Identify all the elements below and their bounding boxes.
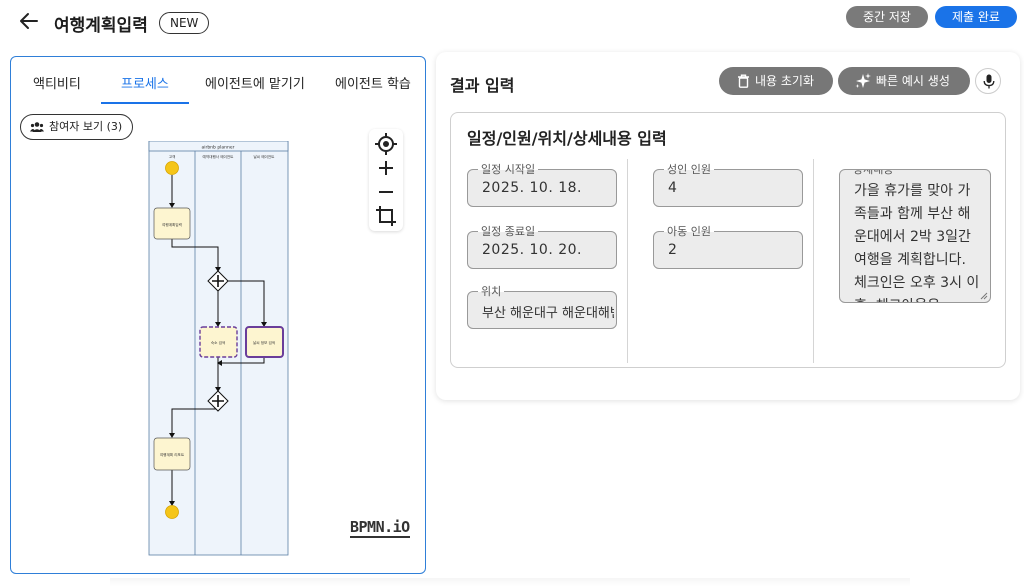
details-label: 상세내용: [850, 170, 897, 177]
minus-icon[interactable]: [374, 180, 398, 204]
participants-label: 참여자 보기 (3): [49, 120, 123, 133]
quick-example-label: 빠른 예시 생성: [876, 74, 950, 88]
form-title: 일정/인원/위치/상세내용 입력: [467, 129, 667, 148]
start-event[interactable]: [165, 161, 179, 175]
resize-handle-icon[interactable]: [980, 292, 988, 300]
crop-icon[interactable]: [374, 204, 398, 228]
quick-example-button[interactable]: 빠른 예시 생성: [838, 67, 970, 95]
end-date-field[interactable]: 일정 종료일 2025. 10. 20.: [467, 223, 617, 269]
children-value: 2: [668, 242, 678, 258]
task-report-label: 여행계획 리포트: [160, 452, 185, 457]
lane-weather-agent-label: 날씨 에이전트: [254, 154, 276, 159]
save-draft-button[interactable]: 중간 저장: [846, 6, 928, 28]
tab-bar: 액티비티 프로세스 에이전트에 맡기기 에이전트 학습: [11, 57, 425, 105]
task-travel-input[interactable]: 여행계획입력: [153, 207, 191, 240]
submit-button[interactable]: 제출 완료: [935, 6, 1017, 28]
lane-customer-label: 고객: [169, 154, 176, 159]
reset-content-button[interactable]: 내용 초기화: [719, 67, 833, 95]
adults-value: 4: [668, 180, 678, 196]
microphone-icon: [983, 74, 995, 89]
task-accommodation-label: 숙소 검색: [211, 340, 225, 345]
sparkle-icon: [855, 73, 871, 88]
result-panel: 결과 입력 내용 초기화 빠른 예시 생성 일정/인원/위치/상세내용 입력 일…: [436, 52, 1020, 400]
lane-booking-agent-label: 예약대행사 에이전트: [203, 154, 235, 159]
schedule-form-card: 일정/인원/위치/상세내용 입력 일정 시작일 2025. 10. 18. 일정…: [450, 112, 1006, 368]
location-label: 위치: [478, 283, 505, 299]
back-arrow-icon[interactable]: [18, 10, 40, 32]
start-date-field[interactable]: 일정 시작일 2025. 10. 18.: [467, 161, 617, 207]
end-date-value: 2025. 10. 20.: [482, 242, 583, 258]
view-participants-button[interactable]: 참여자 보기 (3): [20, 114, 134, 140]
task-weather-label: 날씨 정보 검색: [253, 340, 275, 345]
process-panel: 액티비티 프로세스 에이전트에 맡기기 에이전트 학습 참여자 보기 (3) a…: [10, 56, 426, 574]
bpmn-io-logo[interactable]: BPMN.iO: [350, 519, 410, 538]
end-date-label: 일정 종료일: [478, 223, 539, 239]
bpmn-diagram[interactable]: airbnb planner 고객 예약대행사 에이전트 날씨 에이전트 여행계…: [11, 141, 426, 573]
trash-icon: [738, 74, 749, 88]
adults-field[interactable]: 성인 인원 4: [653, 161, 803, 207]
location-field[interactable]: 위치 부산 해운대구 해운대해변로: [467, 283, 617, 329]
people-icon: [30, 122, 44, 132]
task-weather-search[interactable]: 날씨 정보 검색: [245, 326, 284, 358]
task-accommodation-search[interactable]: 숙소 검색: [199, 326, 238, 358]
tab-agent-learning[interactable]: 에이전트 학습: [335, 73, 411, 92]
end-event[interactable]: [165, 505, 179, 519]
page-title: 여행계획입력: [54, 16, 148, 36]
children-field[interactable]: 아동 인원 2: [653, 223, 803, 269]
task-travel-input-label: 여행계획입력: [162, 222, 182, 227]
pool-title: airbnb planner: [201, 145, 234, 151]
header: 여행계획입력 NEW 중간 저장 제출 완료: [0, 0, 1024, 44]
active-tab-indicator: [101, 102, 189, 104]
tab-process[interactable]: 프로세스: [121, 73, 169, 92]
tab-activity[interactable]: 액티비티: [33, 73, 81, 92]
start-date-label: 일정 시작일: [478, 161, 539, 177]
start-date-value: 2025. 10. 18.: [482, 180, 583, 196]
column-divider: [813, 159, 814, 363]
location-value: 부산 해운대구 해운대해변로: [482, 306, 614, 321]
plus-icon[interactable]: [374, 156, 398, 180]
adults-label: 성인 인원: [664, 161, 714, 177]
reset-label: 내용 초기화: [755, 74, 815, 88]
details-value: 가을 휴가를 맞아 가족들과 함께 부산 해운대에서 2박 3일간 여행을 계획…: [854, 183, 980, 302]
column-divider: [627, 159, 628, 363]
zoom-controls: [369, 129, 403, 231]
children-label: 아동 인원: [664, 223, 714, 239]
result-title: 결과 입력: [450, 76, 515, 95]
tab-agent-delegate[interactable]: 에이전트에 맡기기: [205, 73, 305, 92]
details-textarea[interactable]: 상세내용 가을 휴가를 맞아 가족들과 함께 부산 해운대에서 2박 3일간 여…: [839, 169, 991, 303]
target-icon[interactable]: [374, 132, 398, 156]
task-travel-report[interactable]: 여행계획 리포트: [153, 437, 191, 471]
microphone-button[interactable]: [975, 68, 1001, 94]
new-badge: NEW: [159, 12, 210, 34]
